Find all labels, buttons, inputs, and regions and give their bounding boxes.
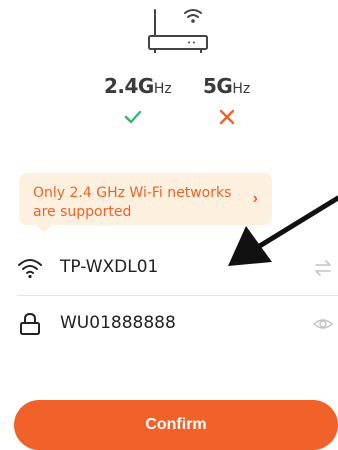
password-value: WU01888888 [60,313,176,333]
wifi-ssid-row[interactable]: TP-WXDL01 [0,242,338,294]
network-tip-banner[interactable]: Only 2.4 GHz Wi-Fi networks are supporte… [19,173,272,233]
password-row[interactable]: WU01888888 [0,298,338,350]
band-2-4ghz-label: 2.4GHz [104,74,172,98]
check-icon [124,110,142,124]
wifi-ssid-value: TP-WXDL01 [60,257,159,277]
close-icon [219,109,235,125]
band-unit: Hz [232,81,251,97]
band-main: 5G [203,74,233,98]
band-main: 2.4G [104,74,154,98]
divider [17,295,338,296]
band-5ghz-label: 5GHz [203,74,250,98]
lock-icon [20,312,40,335]
switch-arrows-icon[interactable] [312,257,334,279]
router-wifi-icon [148,9,208,53]
wifi-icon [18,259,42,279]
chevron-right-icon: › [252,190,258,207]
tip-text: Only 2.4 GHz Wi-Fi networks are supporte… [33,185,232,220]
eye-icon[interactable] [312,313,334,335]
confirm-button[interactable]: Confirm [14,400,338,450]
band-unit: Hz [153,81,172,97]
